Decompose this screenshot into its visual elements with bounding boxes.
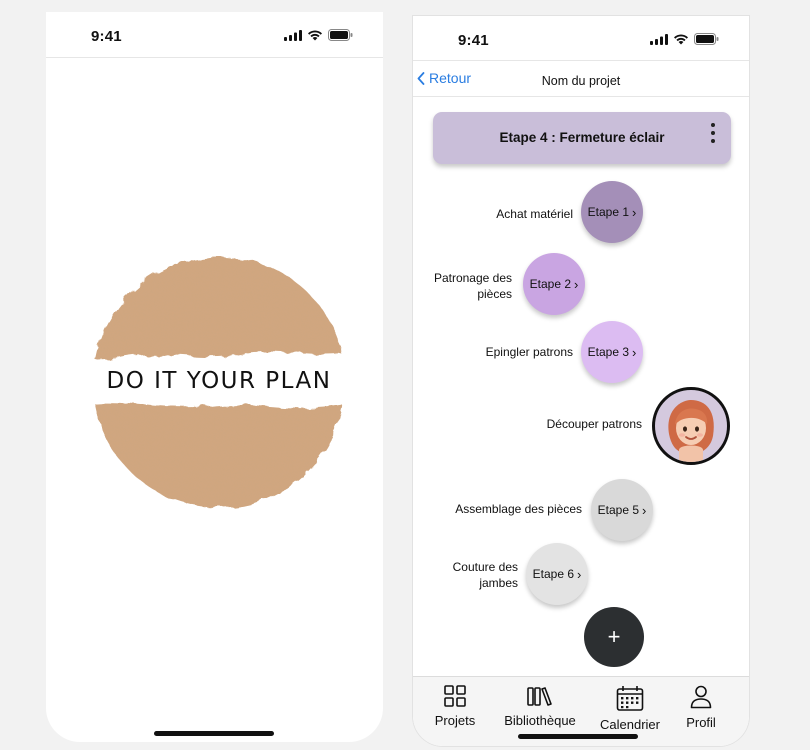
status-bar: 9:41 <box>46 12 383 58</box>
plus-icon: + <box>607 624 621 649</box>
nav-divider <box>413 96 749 97</box>
chevron-right-icon: › <box>577 566 582 582</box>
battery-icon <box>694 33 719 45</box>
home-indicator <box>154 731 274 736</box>
tab-bibliotheque[interactable]: Bibliothèque <box>498 685 582 728</box>
chevron-right-icon: › <box>642 502 647 518</box>
step-label-3: Epingler patrons <box>485 345 573 359</box>
books-icon <box>527 687 552 706</box>
app-logo: DO IT YOUR PLAN <box>90 250 348 514</box>
step-button-2[interactable]: Etape 2 › <box>523 253 585 315</box>
tab-calendrier[interactable]: Calendrier <box>597 685 663 732</box>
more-options-icon[interactable] <box>709 123 717 145</box>
step-button-label: Etape 1 <box>587 205 630 219</box>
status-bar: 9:41 <box>413 16 749 62</box>
step-label-1: Achat matériel <box>496 207 573 221</box>
step-button-3[interactable]: Etape 3 › <box>581 321 643 383</box>
wifi-icon <box>308 30 322 40</box>
step-button-5[interactable]: Etape 5 › <box>591 479 653 541</box>
step-label-2: Patronage des pièces <box>433 271 512 302</box>
current-step-card[interactable]: Etape 4 : Fermeture éclair <box>433 112 731 164</box>
header-divider <box>46 57 383 58</box>
status-time: 9:41 <box>91 28 122 45</box>
status-icons <box>650 33 719 45</box>
status-time: 9:41 <box>458 32 489 49</box>
tab-projets[interactable]: Projets <box>432 685 478 728</box>
step-button-label: Etape 5 <box>597 503 640 517</box>
chevron-right-icon: › <box>574 276 579 292</box>
chevron-right-icon: › <box>632 204 637 220</box>
grid-icon <box>444 685 466 707</box>
step-label-5: Assemblage des pièces <box>455 502 582 516</box>
step-label-6: Couture des jambes <box>452 560 518 591</box>
logo-text: DO IT YOUR PLAN <box>106 368 332 394</box>
calendar-icon <box>616 686 644 711</box>
tab-label: Bibliothèque <box>504 713 576 728</box>
header-divider <box>413 60 749 61</box>
step-label-4: Découper patrons <box>546 417 642 431</box>
battery-icon <box>328 29 353 41</box>
add-step-button[interactable]: + <box>584 607 644 667</box>
wifi-icon <box>674 34 688 44</box>
step-button-label: Etape 2 <box>529 277 572 291</box>
step-button-1[interactable]: Etape 1 › <box>581 181 643 243</box>
step-button-label: Etape 3 <box>587 345 630 359</box>
chevron-right-icon: › <box>632 344 637 360</box>
tab-label: Calendrier <box>600 717 660 732</box>
tab-label: Profil <box>686 715 716 730</box>
signal-icon <box>284 29 302 41</box>
signal-icon <box>650 33 668 45</box>
tab-label: Projets <box>434 713 476 728</box>
current-step-title: Etape 4 : Fermeture éclair <box>499 130 665 145</box>
step-button-label: Etape 6 <box>532 567 575 581</box>
avatar[interactable] <box>652 387 730 465</box>
project-screen: 9:41 Retour Nom du projet Etape 4 : Ferm… <box>413 16 749 746</box>
tab-profil[interactable]: Profil <box>677 685 725 730</box>
page-title: Nom du projet <box>541 74 621 88</box>
user-icon <box>690 685 712 709</box>
home-indicator <box>518 734 638 739</box>
status-icons <box>284 29 353 41</box>
step-button-6[interactable]: Etape 6 › <box>526 543 588 605</box>
splash-screen: 9:41 DO IT YOUR PLAN <box>46 12 383 742</box>
user-avatar-icon <box>668 400 714 462</box>
